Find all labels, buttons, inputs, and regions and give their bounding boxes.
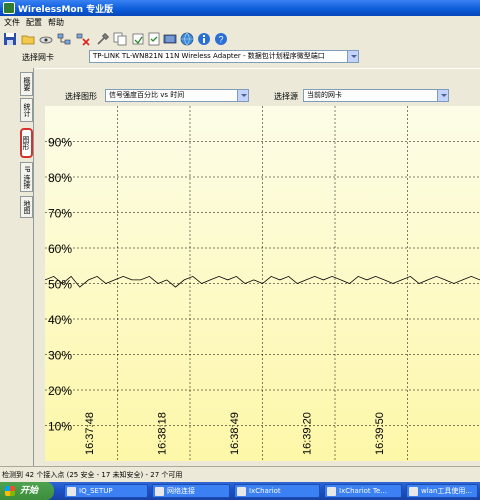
tab-graph[interactable]: 图形	[20, 128, 33, 158]
source-select[interactable]: 当前的网卡	[303, 89, 449, 102]
y-tick-label: 80%	[48, 171, 72, 185]
status-text: 检测到 42 个接入点 (25 安全 - 17 未知安全) - 27 个可用	[2, 471, 183, 479]
select-graph-label: 选择图形	[65, 92, 97, 101]
chevron-down-icon[interactable]	[347, 51, 358, 62]
taskbar-item-ixchariot[interactable]: IxChariot	[234, 484, 320, 498]
toolbar: ?	[0, 30, 480, 48]
vertical-tab-strip: 概要 统计 图形 IP 连接 地图	[18, 68, 34, 466]
status-bar: 检测到 42 个接入点 (25 安全 - 17 未知安全) - 27 个可用	[0, 466, 480, 482]
x-tick-label: 16:38:49	[229, 412, 241, 455]
document-icon	[409, 487, 418, 496]
x-tick-label: 16:39:50	[374, 412, 386, 455]
adapter-select[interactable]: TP-LINK TL-WN821N 11N Wireless Adapter -…	[89, 50, 359, 63]
signal-chart-svg: 10% 20% 30% 40% 50% 60% 70% 80% 90% 16:37:48 16:38…	[44, 106, 480, 461]
save-icon[interactable]	[3, 32, 17, 46]
taskbar-item-wlan-tools[interactable]: wlan工具使用...	[406, 484, 478, 498]
app-icon	[327, 487, 336, 496]
taskbar-item-iq-setup[interactable]: IQ_SETUP	[64, 484, 148, 498]
tab-ip-connections[interactable]: IP 连接	[20, 162, 33, 192]
adapter-select-value: TP-LINK TL-WN821N 11N Wireless Adapter -…	[93, 52, 325, 60]
taskbar-item-label: IxChariot Te...	[339, 487, 387, 495]
graph-panel: 选择图形 信号强度百分比 vs 时间 选择源 当前的网卡 10% 20% 30% 40…	[35, 68, 480, 466]
menu-file[interactable]: 文件	[4, 17, 20, 28]
info-icon[interactable]	[197, 32, 211, 46]
x-tick-label: 16:38:18	[156, 412, 168, 455]
y-tick-label: 50%	[48, 278, 72, 292]
y-tick-label: 70%	[48, 207, 72, 221]
taskbar-item-label: wlan工具使用...	[421, 487, 473, 495]
title-bar: WirelessMon 专业版	[0, 0, 480, 16]
taskbar: 开始 IQ_SETUP 网络连接 IxChariot IxChariot Te.…	[0, 482, 480, 500]
source-value: 当前的网卡	[307, 91, 342, 99]
window-title: WirelessMon 专业版	[18, 5, 114, 15]
y-tick-label: 40%	[48, 313, 72, 327]
menu-bar: 文件 配置 帮助	[0, 16, 480, 30]
tab-summary[interactable]: 概要	[20, 72, 33, 96]
start-button[interactable]: 开始	[0, 482, 54, 500]
y-tick-label: 10%	[48, 420, 72, 434]
open-folder-icon[interactable]	[21, 32, 35, 46]
chevron-down-icon[interactable]	[437, 90, 448, 101]
taskbar-item-label: IQ_SETUP	[79, 487, 113, 495]
globe-icon[interactable]	[180, 32, 194, 46]
help-icon[interactable]: ?	[214, 32, 228, 46]
clipboard-check-icon[interactable]	[147, 32, 161, 46]
y-tick-label: 20%	[48, 384, 72, 398]
chevron-down-icon[interactable]	[237, 90, 248, 101]
select-source-label: 选择源	[274, 92, 298, 101]
tab-statistics[interactable]: 统计	[20, 98, 33, 122]
menu-help[interactable]: 帮助	[48, 17, 64, 28]
svg-text:?: ?	[218, 35, 223, 45]
adapter-icon[interactable]	[163, 32, 177, 46]
folder-icon	[67, 487, 76, 496]
adapter-row: 选择网卡 TP-LINK TL-WN821N 11N Wireless Adap…	[0, 48, 480, 66]
signal-graph: 10% 20% 30% 40% 50% 60% 70% 80% 90% 16:37:48 16:38…	[44, 106, 480, 461]
y-tick-label: 60%	[48, 242, 72, 256]
x-tick-label: 16:39:20	[301, 412, 313, 455]
taskbar-item-network[interactable]: 网络连接	[152, 484, 230, 498]
network-icon[interactable]	[57, 32, 71, 46]
graph-type-value: 信号强度百分比 vs 时间	[109, 91, 185, 99]
y-tick-label: 30%	[48, 349, 72, 363]
app-icon	[3, 2, 15, 14]
x-tick-label: 16:37:48	[84, 412, 96, 455]
taskbar-item-label: 网络连接	[167, 487, 195, 495]
disconnect-icon[interactable]	[76, 32, 90, 46]
tab-map[interactable]: 地图	[20, 196, 33, 218]
view-icon[interactable]	[39, 32, 53, 46]
menu-config[interactable]: 配置	[26, 17, 42, 28]
export-icon[interactable]	[131, 32, 145, 46]
taskbar-item-label: IxChariot	[249, 487, 281, 495]
network-icon	[155, 487, 164, 496]
graph-type-select[interactable]: 信号强度百分比 vs 时间	[105, 89, 249, 102]
taskbar-item-ixchariot-test[interactable]: IxChariot Te...	[324, 484, 402, 498]
copy-icon[interactable]	[113, 32, 127, 46]
adapter-label: 选择网卡	[22, 53, 54, 62]
app-icon	[237, 487, 246, 496]
tools-icon[interactable]	[96, 32, 110, 46]
y-tick-label: 90%	[48, 136, 72, 150]
